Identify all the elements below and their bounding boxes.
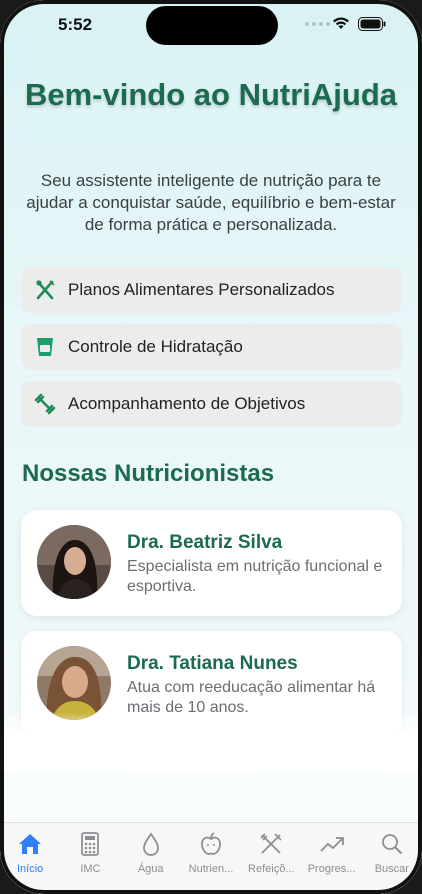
tab-imc[interactable]: IMC [60, 823, 120, 894]
nutritionist-name: Dra. Beatriz Silva [127, 532, 283, 553]
utensils-icon [258, 831, 284, 857]
tab-label: IMC [80, 863, 101, 875]
feature-goals[interactable]: Acompanhamento de Objetivos [21, 381, 402, 427]
dumbbell-icon [33, 392, 57, 416]
feature-label: Controle de Hidratação [68, 337, 243, 356]
nutritionist-name: Dra. Tatiana Nunes [127, 653, 298, 674]
nutritionists-section-title: Nossas Nutricionistas [22, 460, 275, 487]
tab-label: Água [137, 863, 164, 875]
tab-label: Refeiçõ... [248, 863, 295, 875]
home-icon [17, 831, 43, 857]
signal-icon [305, 22, 330, 26]
tab-agua[interactable]: Água [121, 823, 181, 894]
feature-hydration[interactable]: Controle de Hidratação [21, 324, 402, 370]
app-screen: 5:52 Bem-vindo ao NutriAjuda Seu assiste… [0, 0, 422, 894]
tab-nutrientes[interactable]: Nutrien... [181, 823, 241, 894]
dynamic-island [146, 6, 278, 45]
calculator-icon [77, 831, 103, 857]
scroll-fade [0, 712, 422, 772]
battery-icon [358, 17, 386, 31]
tab-label: Progres... [307, 863, 356, 875]
tab-label: Início [16, 863, 44, 875]
status-time: 5:52 [58, 15, 93, 34]
page-subtitle: Seu assistente inteligente de nutrição p… [26, 171, 396, 234]
tab-label: Nutrien... [188, 863, 234, 875]
page-title: Bem-vindo ao NutriAjuda [24, 77, 397, 112]
feature-meal-plans[interactable]: Planos Alimentares Personalizados [21, 267, 402, 313]
apple-icon [198, 831, 224, 857]
nutritionist-description: Especialista em nutrição funcional e esp… [127, 558, 383, 595]
status-bar: 5:52 [0, 0, 422, 54]
avatar [37, 646, 111, 720]
fork-knife-icon [33, 278, 57, 302]
nutritionist-card[interactable]: Dra. Beatriz Silva Especialista em nutri… [21, 510, 402, 616]
feature-label: Planos Alimentares Personalizados [68, 280, 335, 299]
tab-refeicoes[interactable]: Refeiçõ... [241, 823, 301, 894]
water-cup-icon [33, 335, 57, 359]
feature-label: Acompanhamento de Objetivos [68, 394, 306, 413]
tab-progresso[interactable]: Progres... [301, 823, 361, 894]
trend-icon [319, 831, 345, 857]
tab-label: Buscar [374, 863, 409, 875]
wifi-icon [333, 17, 349, 29]
avatar [37, 525, 111, 599]
drop-icon [138, 831, 164, 857]
search-icon [379, 831, 405, 857]
tab-inicio[interactable]: Início [0, 823, 60, 894]
tab-buscar[interactable]: Buscar [362, 823, 422, 894]
tab-bar: Início IMC Água Nutrien... Refeiçõ... Pr… [0, 822, 422, 894]
